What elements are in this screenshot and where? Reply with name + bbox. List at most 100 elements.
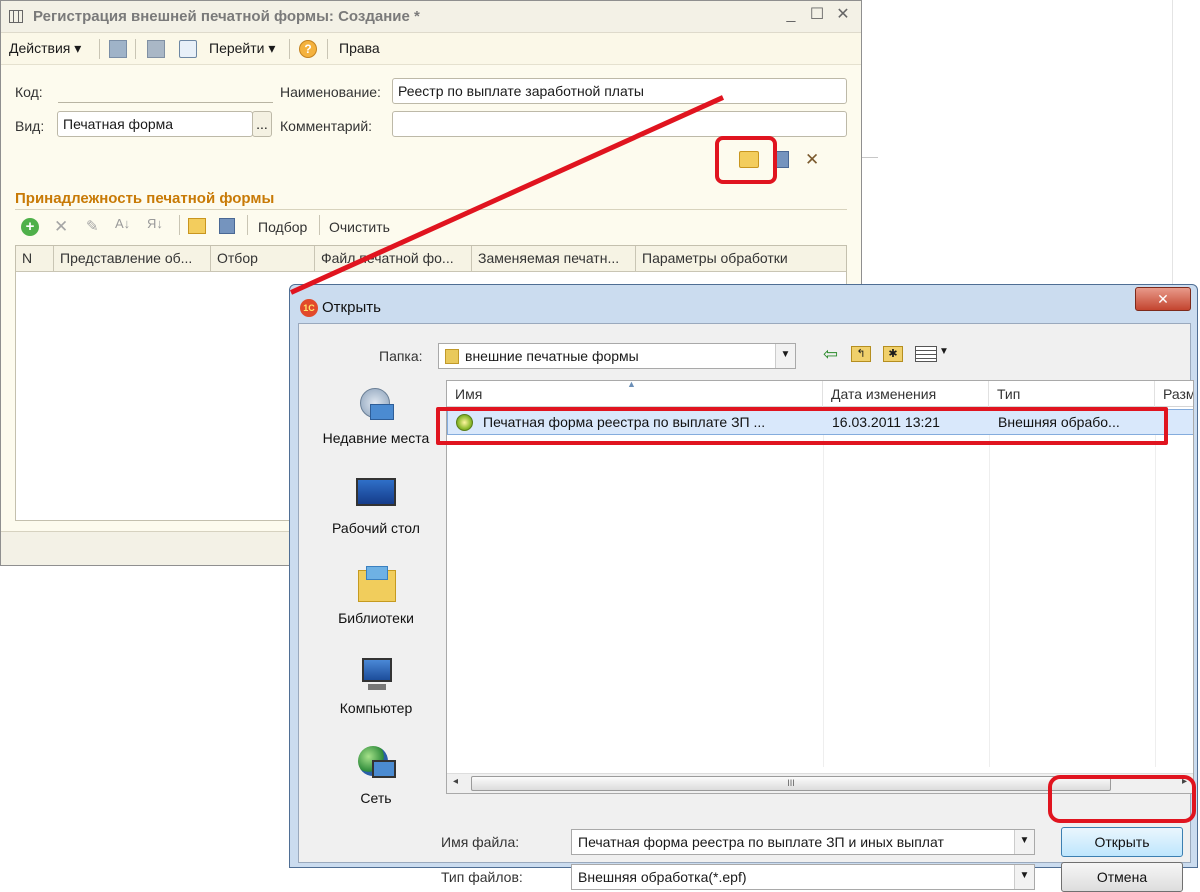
- grid-col-n[interactable]: N: [16, 246, 54, 272]
- form-toolbar: Действия ▾ Перейти ▾ ? Права: [1, 33, 861, 65]
- column-divider: [1155, 407, 1156, 767]
- close-icon[interactable]: ✕: [833, 5, 853, 25]
- separator: [179, 215, 180, 235]
- sort-asc-icon[interactable]: A↓: [115, 216, 130, 231]
- chevron-down-icon[interactable]: ▼: [939, 346, 949, 357]
- scroll-left-icon[interactable]: ◂: [453, 776, 458, 787]
- scroll-thumb[interactable]: III: [471, 776, 1111, 791]
- filetype-select[interactable]: Внешняя обработка(*.epf) ▼: [571, 864, 1035, 890]
- up-folder-icon[interactable]: ↰: [851, 346, 871, 362]
- separator: [247, 215, 248, 235]
- grid-col-replaced[interactable]: Заменяемая печатн...: [472, 246, 636, 272]
- actions-label: Действия: [9, 40, 71, 56]
- place-libraries-label: Библиотеки: [338, 610, 414, 626]
- separator: [289, 39, 290, 59]
- table-icon: [9, 10, 23, 23]
- add-icon[interactable]: +: [21, 218, 39, 236]
- grid-col-params[interactable]: Параметры обработки: [636, 246, 847, 272]
- place-computer-label: Компьютер: [339, 700, 413, 716]
- file-name: Печатная форма реестра по выплате ЗП ...: [483, 414, 766, 430]
- file-row[interactable]: Печатная форма реестра по выплате ЗП ...…: [447, 409, 1193, 435]
- maximize-icon[interactable]: ☐: [807, 5, 827, 25]
- kind-choose-button[interactable]: ...: [252, 111, 272, 137]
- folder-label: Папка:: [379, 348, 423, 364]
- document-icon[interactable]: [147, 40, 165, 58]
- dialog-title: Открыть: [322, 299, 381, 316]
- edit-icon[interactable]: ✎: [86, 217, 99, 235]
- filename-value: Печатная форма реестра по выплате ЗП и и…: [578, 834, 944, 850]
- open-file-icon[interactable]: [739, 151, 759, 168]
- delete-icon[interactable]: ✕: [805, 150, 819, 170]
- cancel-button[interactable]: Отмена: [1061, 862, 1183, 892]
- desktop-icon: [354, 474, 398, 516]
- name-field[interactable]: Реестр по выплате заработной платы: [392, 78, 847, 104]
- recent-places-icon: [354, 384, 398, 426]
- save-grid-icon[interactable]: [219, 218, 235, 234]
- folder-value: внешние печатные формы: [465, 348, 639, 364]
- dialog-close-button[interactable]: ✕: [1135, 287, 1191, 311]
- refresh-document-icon[interactable]: [179, 40, 197, 58]
- separator: [99, 39, 100, 59]
- place-libraries[interactable]: Библиотеки: [321, 564, 431, 626]
- col-name-label: Имя: [455, 386, 483, 402]
- section-divider: [15, 209, 847, 210]
- minimize-icon[interactable]: _: [781, 5, 801, 25]
- background-line: [862, 157, 878, 158]
- clear-button[interactable]: Очистить: [329, 219, 390, 235]
- comment-field[interactable]: [392, 111, 847, 137]
- separator: [319, 215, 320, 235]
- grid-header: N Представление об... Отбор Файл печатно…: [16, 246, 846, 272]
- save-file-icon[interactable]: [773, 151, 789, 168]
- filename-input[interactable]: Печатная форма реестра по выплате ЗП и и…: [571, 829, 1035, 855]
- folder-icon: [445, 349, 459, 364]
- col-size[interactable]: Разм: [1155, 381, 1193, 407]
- pick-button[interactable]: Подбор: [258, 219, 307, 235]
- load-icon[interactable]: [188, 218, 206, 234]
- grid-col-presentation[interactable]: Представление об...: [54, 246, 211, 272]
- col-name[interactable]: Имя ▲: [447, 381, 823, 407]
- horizontal-scrollbar[interactable]: ◂ III ▸: [447, 773, 1193, 793]
- place-network[interactable]: Сеть: [321, 744, 431, 806]
- scroll-right-icon[interactable]: ▸: [1182, 776, 1187, 787]
- rights-button[interactable]: Права: [339, 40, 380, 56]
- computer-icon: [354, 654, 398, 696]
- folder-select[interactable]: внешние печатные формы ▼: [438, 343, 796, 369]
- chevron-down-icon[interactable]: ▼: [1014, 830, 1034, 854]
- grid-col-filter[interactable]: Отбор: [211, 246, 315, 272]
- actions-menu[interactable]: Действия ▾: [9, 40, 81, 57]
- filetype-label: Тип файлов:: [441, 869, 523, 885]
- network-icon: [354, 744, 398, 786]
- kind-field[interactable]: Печатная форма: [57, 111, 253, 137]
- col-date[interactable]: Дата изменения: [823, 381, 989, 407]
- libraries-icon: [354, 564, 398, 606]
- open-button[interactable]: Открыть: [1061, 827, 1183, 857]
- code-field[interactable]: [58, 102, 273, 103]
- window-title: Регистрация внешней печатной формы: Созд…: [33, 8, 420, 25]
- chevron-down-icon[interactable]: ▼: [775, 344, 795, 368]
- app-logo-icon: 1С: [300, 299, 318, 317]
- view-menu-icon[interactable]: [915, 346, 937, 362]
- chevron-down-icon[interactable]: ▼: [1014, 865, 1034, 889]
- file-type: Внешняя обрабо...: [998, 414, 1120, 430]
- save-icon[interactable]: [109, 40, 127, 58]
- place-computer[interactable]: Компьютер: [321, 654, 431, 716]
- back-icon[interactable]: ⇦: [823, 344, 838, 365]
- column-divider: [989, 407, 990, 767]
- separator: [327, 39, 328, 59]
- delete-row-icon[interactable]: ✕: [54, 217, 68, 237]
- sort-arrow-icon: ▲: [627, 380, 636, 389]
- column-divider: [823, 407, 824, 767]
- new-folder-icon[interactable]: ✱: [883, 346, 903, 362]
- sort-desc-icon[interactable]: Я↓: [147, 216, 163, 231]
- place-recent-label: Недавние места: [322, 430, 430, 446]
- goto-menu[interactable]: Перейти ▾: [209, 40, 275, 57]
- help-icon[interactable]: ?: [299, 40, 317, 58]
- place-desktop[interactable]: Рабочий стол: [321, 474, 431, 536]
- filetype-value: Внешняя обработка(*.epf): [578, 869, 747, 885]
- filename-label: Имя файла:: [441, 834, 520, 850]
- place-recent[interactable]: Недавние места: [321, 384, 431, 446]
- col-type[interactable]: Тип: [989, 381, 1155, 407]
- background-line: [1172, 0, 1173, 290]
- grid-col-file[interactable]: Файл печатной фо...: [315, 246, 472, 272]
- file-list[interactable]: Имя ▲ Дата изменения Тип Разм Печатная фо…: [446, 380, 1194, 794]
